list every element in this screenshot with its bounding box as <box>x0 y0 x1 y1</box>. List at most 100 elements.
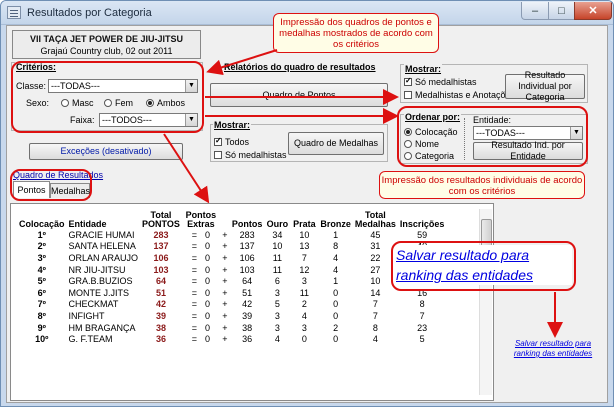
checkbox-icon <box>214 151 222 159</box>
table-cell: G. F.TEAM <box>68 334 113 345</box>
table-cell: + <box>222 334 228 345</box>
table-cell: + <box>222 310 228 321</box>
table-cell: 8º <box>37 310 46 321</box>
table-cell: GRACIE HUMAI <box>68 229 135 240</box>
close-button[interactable]: ✕ <box>574 2 612 20</box>
table-cell: 283 <box>153 229 169 240</box>
equals-sign: = <box>191 322 197 333</box>
table-cell: MONTE J.JITS <box>68 287 130 298</box>
table-cell: 2º <box>37 241 46 252</box>
table-cell: 5º <box>37 276 46 287</box>
table-cell: + <box>222 287 228 298</box>
equals-sign: = <box>191 310 197 321</box>
table-cell: 0 <box>333 310 339 321</box>
table-cell: + <box>222 322 228 333</box>
table-cell: 4 <box>333 252 339 263</box>
table-cell: 11 <box>299 287 310 298</box>
column-header: Pontos <box>231 219 263 229</box>
column-header: Prata <box>293 219 316 229</box>
extra-points: 0 <box>205 299 211 310</box>
equals-sign: = <box>191 299 197 310</box>
table-cell: 3 <box>301 276 307 287</box>
table-cell: + <box>222 229 228 240</box>
extra-points: 0 <box>205 322 211 333</box>
check-individual-medalhistas[interactable]: Só medalhistas <box>404 76 477 87</box>
table-cell: 64 <box>155 276 166 287</box>
table-cell: + <box>222 264 228 275</box>
medals-board-button[interactable]: Quadro de Medalhas <box>288 132 384 155</box>
exceptions-button[interactable]: Exceções (desativado) <box>29 143 183 160</box>
table-cell: 1 <box>333 276 339 287</box>
table-cell: 2 <box>333 322 339 333</box>
table-cell: 39 <box>242 310 253 321</box>
table-cell: 10 <box>272 241 283 252</box>
table-cell: 137 <box>239 241 255 252</box>
column-header: Entidade <box>68 219 107 229</box>
table-cell: + <box>222 299 228 310</box>
check-medalhistas-anotacoes[interactable]: Medalhistas e Anotações <box>404 90 515 100</box>
table-cell: 283 <box>239 229 255 240</box>
table-cell: 34 <box>272 229 283 240</box>
results-panel: Colocação Entidade Total PONTOS Pontos Extr… <box>10 203 494 401</box>
table-cell: 7 <box>419 310 425 321</box>
equals-sign: = <box>191 334 197 345</box>
check-so-medalhistas-label: Só medalhistas <box>225 150 287 160</box>
table-cell: 7 <box>372 310 378 321</box>
table-row: 8º INFIGHT 39 = 0 +39 3 4 0 7 7 <box>17 310 446 322</box>
extra-points: 0 <box>205 334 211 345</box>
table-cell: NR JIU-JITSU <box>68 264 126 275</box>
table-cell: 3 <box>274 322 280 333</box>
points-board-button[interactable]: Quadro de Pontos <box>210 83 388 107</box>
table-cell: 36 <box>242 334 253 345</box>
checkbox-checked-icon <box>404 76 412 86</box>
column-header: Ouro <box>266 219 289 229</box>
table-cell: 64 <box>242 276 253 287</box>
table-cell: 1º <box>37 229 46 240</box>
table-cell: 4º <box>37 264 46 275</box>
maximize-button[interactable]: □ <box>548 2 575 20</box>
extra-points: 0 <box>205 241 211 252</box>
column-header: Colocação <box>19 219 65 229</box>
table-cell: 7º <box>37 299 46 310</box>
table-cell: 8 <box>419 299 425 310</box>
table-row: 3ºORLAN ARAUJO106=0+10611742229 <box>17 252 446 264</box>
table-cell: 0 <box>333 299 339 310</box>
medalhistas-anotacoes-label: Medalhistas e Anotações <box>415 90 516 100</box>
table-cell: 6 <box>274 276 280 287</box>
table-cell: 103 <box>239 264 255 275</box>
check-todos[interactable]: Todos <box>214 136 249 147</box>
table-cell: 1 <box>333 229 339 240</box>
table-cell-extras: = 0 <box>182 275 220 287</box>
minimize-button[interactable]: – <box>521 2 549 20</box>
client-area: VII TAÇA JET POWER DE JIU-JITSU Grajaú C… <box>6 13 608 403</box>
table-cell: 45 <box>370 229 381 240</box>
show-label: Mostrar: <box>213 120 252 130</box>
save-ranking-link-small[interactable]: Salvar resultado para ranking das entida… <box>507 339 599 359</box>
check-so-medalhistas[interactable]: Só medalhistas <box>214 150 287 160</box>
table-cell-extras: = 0 <box>182 310 220 322</box>
table-cell: 12 <box>299 264 310 275</box>
table-row: 10º G. F.TEAM 36 = 0 +36 4 0 0 4 5 <box>17 333 446 345</box>
table-cell: 3 <box>301 322 307 333</box>
individual-medalhistas-label: Só medalhistas <box>415 77 477 87</box>
table-cell: ORLAN ARAUJO <box>68 252 139 263</box>
table-cell: HM BRAGANÇA <box>68 322 136 333</box>
table-cell-extras: = 0 <box>182 252 220 264</box>
window-title: Resultados por Categoria <box>27 7 152 19</box>
table-cell: 10º <box>35 334 49 345</box>
individual-result-button[interactable]: Resultado Individual por Categoria <box>505 70 585 102</box>
highlight-tabs <box>10 169 92 201</box>
table-row: 6º MONTE J.JITS 51 = 0 +51 3 11 0 14 16 <box>17 287 446 299</box>
equals-sign: = <box>191 229 197 240</box>
results-scrollbar[interactable] <box>479 209 492 395</box>
table-cell: 36 <box>155 334 166 345</box>
table-cell: 9º <box>37 322 46 333</box>
table-cell: 7 <box>301 252 307 263</box>
table-cell: 14 <box>370 287 381 298</box>
table-cell: 38 <box>242 322 253 333</box>
table-cell: 3 <box>274 287 280 298</box>
equals-sign: = <box>191 264 197 275</box>
table-cell: 4 <box>333 264 339 275</box>
column-header: Bronze <box>320 219 351 229</box>
checkbox-checked-icon <box>214 136 222 146</box>
